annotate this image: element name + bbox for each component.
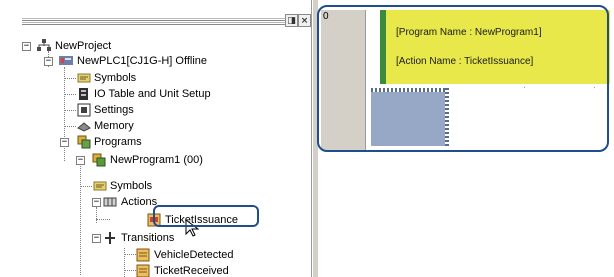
transition-icon bbox=[136, 248, 150, 262]
titlebar-grip-line bbox=[22, 24, 286, 25]
tree-item-label: Memory bbox=[94, 120, 134, 132]
tree-item-label: Actions bbox=[121, 196, 158, 208]
tree-item-label: NewPLC1[CJ1G-H] Offline bbox=[77, 55, 208, 67]
tree-item-vehicledetected[interactable]: VehicleDetected bbox=[0, 247, 310, 263]
actions-icon bbox=[103, 197, 117, 207]
symbols-icon bbox=[77, 73, 91, 83]
tree-item-settings[interactable]: Settings bbox=[0, 102, 310, 118]
io-table-icon bbox=[79, 88, 88, 100]
settings-icon bbox=[77, 103, 91, 117]
titlebar-grip-line bbox=[22, 18, 286, 19]
collapse-icon[interactable]: − bbox=[92, 234, 101, 243]
collapse-icon[interactable]: − bbox=[44, 57, 53, 66]
tree-item-plc[interactable]: − NewPLC1[CJ1G-H] Offline bbox=[0, 53, 310, 69]
memory-icon bbox=[77, 122, 91, 132]
tree-item-memory[interactable]: Memory bbox=[0, 118, 310, 134]
editor-highlight-frame bbox=[317, 5, 609, 152]
tree-item-symbols[interactable]: Symbols bbox=[0, 70, 310, 86]
plc-icon bbox=[59, 56, 73, 65]
transitions-icon bbox=[105, 232, 115, 244]
tree-item-label: Symbols bbox=[94, 72, 137, 84]
tree-titlebar: ◨ × bbox=[0, 0, 311, 30]
selection-highlight bbox=[153, 205, 259, 227]
tree-item-label: TicketReceived bbox=[154, 265, 229, 277]
project-icon bbox=[37, 39, 51, 51]
close-icon[interactable]: × bbox=[298, 14, 311, 27]
tree-item-label: NewProject bbox=[55, 40, 112, 52]
tree-item-io-table[interactable]: IO Table and Unit Setup bbox=[0, 86, 310, 102]
programs-icon bbox=[77, 135, 91, 149]
tree-item-newprogram1[interactable]: − NewProgram1 (00) bbox=[0, 152, 310, 168]
tree-item-programs[interactable]: − Programs bbox=[0, 134, 310, 150]
tree-item-newproject[interactable]: − NewProject bbox=[0, 38, 310, 54]
tree-item-transitions[interactable]: − Transitions bbox=[0, 230, 310, 246]
tree-item-label: Symbols bbox=[110, 180, 153, 192]
pin-icon[interactable]: ◨ bbox=[285, 14, 298, 27]
tree-item-program-symbols[interactable]: Symbols bbox=[0, 178, 310, 194]
tree-item-label: IO Table and Unit Setup bbox=[94, 88, 211, 100]
program-icon bbox=[92, 153, 106, 167]
symbols-icon bbox=[93, 181, 107, 191]
tree-item-label: Transitions bbox=[121, 232, 175, 244]
collapse-icon[interactable]: − bbox=[22, 42, 31, 51]
tree-item-label: VehicleDetected bbox=[154, 249, 234, 261]
tree-item-label: Programs bbox=[94, 136, 142, 148]
titlebar-grip-line bbox=[22, 20, 286, 21]
tree-item-label: NewProgram1 (00) bbox=[110, 154, 203, 166]
collapse-icon[interactable]: − bbox=[92, 198, 101, 207]
titlebar-grip-line bbox=[22, 22, 286, 23]
collapse-icon[interactable]: − bbox=[76, 156, 85, 165]
project-tree-pane: ◨ × − NewProject − NewPLC1[CJ1G-H] Offli… bbox=[0, 0, 318, 277]
transition-icon bbox=[136, 264, 150, 277]
tree-item-ticketreceived[interactable]: TicketReceived bbox=[0, 263, 310, 277]
tree-item-label: Settings bbox=[94, 104, 134, 116]
collapse-icon[interactable]: − bbox=[60, 138, 69, 147]
